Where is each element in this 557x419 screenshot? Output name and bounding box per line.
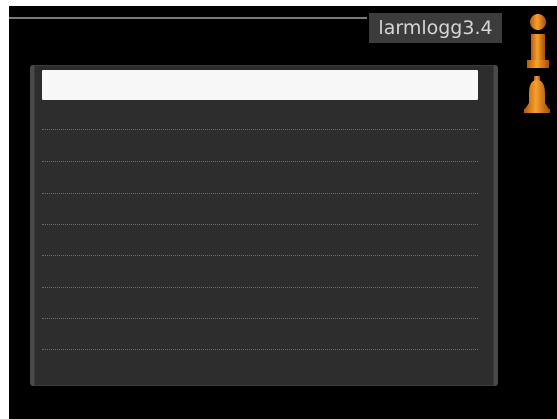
- alarm-log-row[interactable]: [42, 289, 478, 319]
- alarm-log-row[interactable]: [42, 320, 478, 350]
- status-icons: [522, 14, 552, 124]
- alarm-log-row[interactable]: [42, 226, 478, 256]
- alarm-log-list[interactable]: [30, 65, 498, 386]
- alarm-log-row[interactable]: [42, 352, 478, 382]
- info-icon[interactable]: [526, 14, 550, 72]
- alarm-log-row[interactable]: [42, 70, 478, 100]
- alarm-log-row[interactable]: [42, 164, 478, 194]
- alarm-log-row[interactable]: [42, 100, 478, 130]
- header-divider: [9, 17, 367, 19]
- alarm-log-row[interactable]: [42, 258, 478, 288]
- alarm-log-row[interactable]: [42, 132, 478, 162]
- alarm-log-row[interactable]: [42, 195, 478, 225]
- menu-title: larmlogg3.4: [369, 13, 502, 43]
- alarm-bell-icon[interactable]: [522, 76, 552, 116]
- display-screen: larmlogg3.4: [9, 6, 557, 419]
